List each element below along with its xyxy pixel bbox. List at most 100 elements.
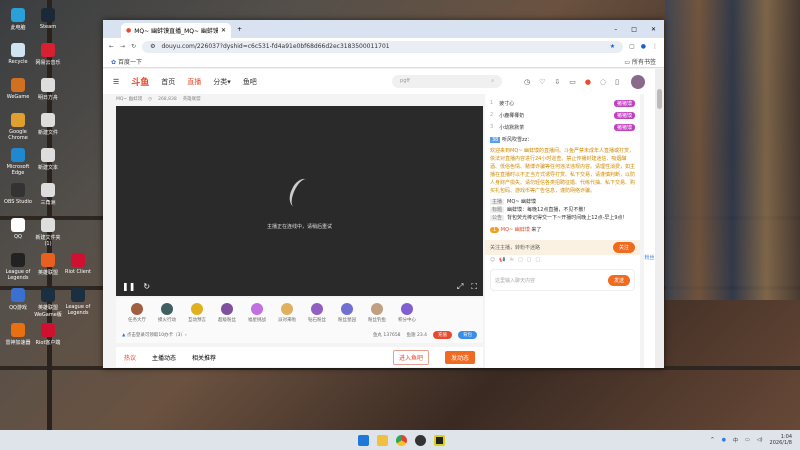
tab-hot[interactable]: 热议 — [124, 353, 136, 362]
url-input[interactable]: ⚙ douyu.com/226037?dyshid=c6c531-fd4a91e0… — [142, 40, 624, 53]
file-explorer-icon[interactable] — [377, 434, 388, 446]
desktop-icon[interactable]: Google Chrome — [3, 113, 33, 141]
app-icon[interactable] — [434, 434, 445, 446]
activity-item[interactable]: 超级粉丝 — [212, 301, 242, 326]
desktop-icon[interactable]: QQ — [3, 218, 33, 240]
download-icon[interactable]: ⇩ — [554, 78, 560, 86]
desktop-icon[interactable]: Riot客户端 — [33, 323, 63, 346]
streamer-name[interactable]: MQ~ 幽蚌馍 — [116, 96, 142, 102]
rank-item[interactable]: 1 疲寸心 猪猪馍 — [490, 97, 635, 109]
desktop-icon[interactable]: 新建文件夹(1) — [33, 218, 63, 247]
maximize-button[interactable]: □ — [631, 26, 637, 33]
desktop-icon[interactable]: 网易云音乐 — [33, 43, 63, 66]
clock[interactable]: 1:04 2026/1/8 — [770, 434, 792, 446]
recharge-button[interactable]: 充值 — [433, 330, 452, 339]
desktop-icon[interactable]: QQ游戏 — [3, 288, 33, 311]
extensions-icon[interactable]: ▢ — [629, 43, 635, 50]
close-tab-icon[interactable]: ✕ — [221, 27, 226, 34]
desktop-icon[interactable]: WeGame — [3, 78, 33, 100]
new-tab-button[interactable]: + — [237, 26, 242, 33]
rank-item[interactable]: 3 小幼默默茶 猪猪馍 — [490, 121, 635, 133]
activity-item[interactable]: 互动预言 — [182, 301, 212, 326]
desktop-icon[interactable]: 雷神加速器 — [3, 323, 33, 346]
profile-icon[interactable]: ● — [641, 43, 646, 50]
rank-item[interactable]: 2 小鹿椰椰奶 猪猪馍 — [490, 109, 635, 121]
send-button[interactable]: 发送 — [607, 274, 630, 286]
desktop-icon[interactable]: 三角洲 — [33, 183, 63, 206]
desktop-icon[interactable]: 此电脑 — [3, 8, 33, 31]
history-icon[interactable]: ◷ — [524, 78, 530, 86]
all-bookmarks[interactable]: ▭ 所有书签 — [624, 57, 656, 66]
pause-icon[interactable]: ❚❚ — [122, 282, 135, 292]
gift-box-icon[interactable]: ▯ — [615, 78, 619, 86]
activity-item[interactable]: 福星挑战 — [242, 301, 272, 326]
volume-icon[interactable]: ◁) — [757, 437, 763, 443]
fullscreen-icon[interactable]: ⛶ — [471, 282, 477, 292]
search-icon[interactable]: ⌕ — [491, 78, 494, 85]
nav-fishbar[interactable]: 鱼吧 — [243, 77, 257, 87]
nav-live[interactable]: 直播 — [187, 77, 201, 87]
bell-icon[interactable]: ● — [585, 78, 591, 86]
post-button[interactable]: 发动态 — [444, 350, 475, 364]
activity-item[interactable]: 钻石粉丝 — [302, 301, 332, 326]
tool-icon[interactable]: ▢ — [527, 257, 532, 265]
desktop-icon[interactable]: Microsoft Edge — [3, 148, 33, 176]
ime-indicator[interactable]: 中 — [733, 437, 738, 444]
mic-icon[interactable]: ● — [722, 437, 726, 443]
minimize-button[interactable]: – — [614, 26, 617, 33]
bulb-icon[interactable]: ◌ — [600, 78, 606, 86]
sidebar-fans[interactable]: 粉丝 — [644, 254, 655, 261]
follow-button[interactable]: 关注 — [612, 242, 635, 253]
pip-icon[interactable]: ⤢ — [457, 282, 463, 292]
activity-item[interactable]: 任务大厅 — [122, 301, 152, 326]
promo-link[interactable]: ▲ 点击登录可领取10办卡（3）› — [122, 332, 187, 338]
desktop-icon[interactable]: 英雄联盟WeGame版 — [33, 288, 63, 318]
chrome-icon[interactable] — [396, 434, 407, 446]
tool-icon[interactable]: ▢ — [535, 257, 540, 265]
emoji-icon[interactable]: ☺ — [490, 257, 495, 265]
category-tag[interactable]: 英雄联盟 — [183, 96, 201, 102]
desktop-icon[interactable]: 英雄联盟 — [33, 253, 63, 276]
browser-tab[interactable]: ● MQ~ 幽蚌馍直播_MQ~ 幽蚌馍 ✕ — [121, 23, 231, 38]
tool-icon[interactable]: ▢ — [518, 257, 523, 265]
message-icon[interactable]: ▭ — [569, 78, 576, 86]
desktop-icon[interactable]: Riot Client — [63, 253, 93, 275]
forward-icon[interactable]: → — [120, 43, 125, 50]
user-avatar[interactable] — [631, 74, 645, 89]
desktop-icon[interactable]: 明日方舟 — [33, 78, 63, 101]
tray-chevron-icon[interactable]: ^ — [710, 437, 714, 443]
close-button[interactable]: ✕ — [651, 26, 656, 33]
backpack-button[interactable]: 背包 — [458, 330, 477, 339]
site-info-icon[interactable]: ⚙ — [150, 43, 155, 50]
nav-home[interactable]: 首页 — [161, 77, 175, 87]
app-icon[interactable] — [415, 434, 426, 446]
start-icon[interactable] — [358, 434, 369, 446]
chat-input[interactable]: 这里输入聊天内容 发送 — [490, 269, 635, 291]
desktop-icon[interactable]: Steam — [33, 8, 63, 30]
network-icon[interactable]: ▭ — [745, 437, 750, 443]
follow-icon[interactable]: ♡ — [539, 78, 545, 86]
desktop-icon[interactable]: League of Legends — [3, 253, 33, 281]
back-icon[interactable]: ← — [109, 43, 114, 50]
video-player[interactable]: 主播正在连线中，请稍后重试 ❚❚ ↻ ⤢ ⛶ — [116, 106, 483, 296]
refresh-icon[interactable]: ↻ — [143, 282, 150, 292]
reload-icon[interactable]: ↻ — [131, 43, 136, 50]
search-input[interactable]: pgff ⌕ — [392, 75, 503, 88]
tab-streamer-posts[interactable]: 主播动态 — [152, 353, 176, 362]
page-scrollbar[interactable] — [655, 69, 664, 368]
activity-item[interactable]: 粉丝钓鱼 — [362, 301, 392, 326]
enter-fishbar-button[interactable]: 进入鱼吧 — [392, 349, 429, 365]
activity-item[interactable]: 摸火行动 — [152, 301, 182, 326]
tab-related[interactable]: 相关推荐 — [192, 353, 216, 362]
nav-category[interactable]: 分类▾ — [213, 77, 231, 87]
activity-item[interactable]: 粉丝星园 — [332, 301, 362, 326]
desktop-icon[interactable]: OBS Studio — [3, 183, 33, 205]
star-icon[interactable]: ★ — [610, 43, 615, 50]
desktop-icon[interactable]: League of Legends — [63, 288, 93, 316]
crown-icon[interactable]: ♔ — [509, 257, 513, 265]
hamburger-icon[interactable]: ☰ — [113, 78, 119, 86]
horn-icon[interactable]: 📢 — [499, 257, 505, 265]
menu-icon[interactable]: ⋮ — [652, 43, 658, 50]
desktop-icon[interactable]: 新建文件 — [33, 113, 63, 136]
douyu-logo[interactable]: 斗鱼 — [131, 75, 149, 88]
